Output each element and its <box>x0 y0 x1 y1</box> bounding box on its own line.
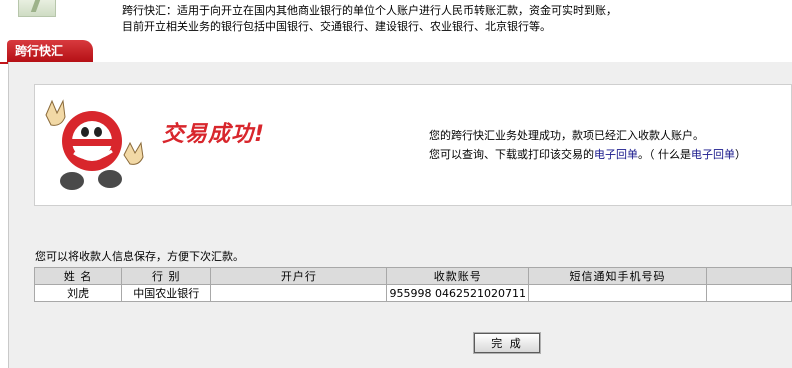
table-row: 刘虎 中国农业银行 955998 0462521020711 <box>33 284 792 302</box>
e-mascot-icon <box>45 99 144 190</box>
header-sms-phone: 短信通知手机号码 <box>527 267 708 285</box>
success-title: 交易成功! <box>162 122 266 147</box>
result-message-line-1: 您的跨行快汇业务处理成功，款项已经汇入收款人账户。 <box>429 129 704 142</box>
header-account: 收款账号 <box>386 267 529 285</box>
header-name: 姓 名 <box>33 267 123 285</box>
result-message: 您的跨行快汇业务处理成功，款项已经汇入收款人账户。 您可以查询、下载或打印该交易… <box>429 126 746 164</box>
message-middle: 。（ 什么是 <box>638 148 691 161</box>
header-bank-type: 行 别 <box>121 267 212 285</box>
table-header-row: 姓 名 行 别 开户行 收款账号 短信通知手机号码 <box>33 267 792 285</box>
message-suffix: ） <box>735 148 746 161</box>
save-payee-hint: 您可以将收款人信息保存，方便下次汇款。 <box>35 250 244 263</box>
header-branch: 开户行 <box>210 267 388 285</box>
cell-bank-type: 中国农业银行 <box>121 284 212 302</box>
payee-table: 姓 名 行 别 开户行 收款账号 短信通知手机号码 刘虎 中国农业银行 9559… <box>33 267 792 302</box>
cell-name: 刘虎 <box>33 284 123 302</box>
description-line-2: 目前开立相关业务的银行包括中国银行、交通银行、建设银行、农业银行、北京银行等。 <box>122 20 551 33</box>
top-logo <box>18 0 56 17</box>
cell-branch <box>210 284 388 302</box>
message-prefix: 您可以查询、下载或打印该交易的 <box>429 148 594 161</box>
cell-extra <box>706 284 792 302</box>
service-description: 跨行快汇：适用于向开立在国内其他商业银行的单位个人账户进行人民币转账汇款，资金可… <box>122 3 617 35</box>
tab-bar: 跨行快汇 <box>0 40 792 64</box>
result-message-line-2: 您可以查询、下载或打印该交易的电子回单。（ 什么是电子回单） <box>429 145 746 164</box>
done-button[interactable]: 完 成 <box>473 332 541 354</box>
tab-kuahang-kuaihui[interactable]: 跨行快汇 <box>7 40 93 62</box>
description-line-1: 跨行快汇：适用于向开立在国内其他商业银行的单位个人账户进行人民币转账汇款，资金可… <box>122 4 617 17</box>
electronic-receipt-link[interactable]: 电子回单 <box>594 148 638 161</box>
header-extra <box>706 267 792 285</box>
cell-account: 955998 0462521020711 <box>386 284 529 302</box>
what-is-receipt-link[interactable]: 电子回单 <box>691 148 735 161</box>
cell-sms-phone <box>527 284 708 302</box>
